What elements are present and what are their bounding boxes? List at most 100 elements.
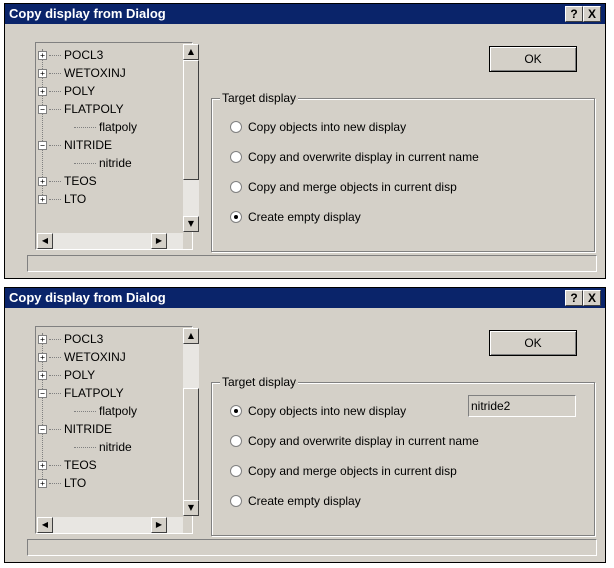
option-label: Copy and merge objects in current disp <box>248 180 457 194</box>
expand-icon[interactable]: + <box>38 87 47 97</box>
tree-item[interactable]: flatpoly <box>74 119 137 135</box>
new-display-name-input[interactable]: nitride2 <box>468 395 576 417</box>
close-button[interactable]: X <box>583 290 601 306</box>
tree-connector <box>49 181 61 183</box>
option-label: Create empty display <box>248 494 361 508</box>
expand-icon[interactable]: + <box>38 335 47 345</box>
expand-icon[interactable]: + <box>38 195 47 205</box>
tree-connector <box>49 375 61 377</box>
tree-item[interactable]: + POLY <box>38 83 95 99</box>
tree-horizontal-scrollbar[interactable]: ◀ ▶ <box>37 517 183 533</box>
tree-item[interactable]: + POLY <box>38 367 95 383</box>
tree-item[interactable]: − NITRIDE <box>38 137 112 153</box>
tree-item[interactable]: nitride <box>74 439 132 455</box>
help-button[interactable]: ? <box>565 6 583 22</box>
scroll-down-arrow-icon[interactable]: ▼ <box>183 216 199 232</box>
ok-button[interactable]: OK <box>489 330 577 356</box>
option-label: Copy and overwrite display in current na… <box>248 434 479 448</box>
radio-icon[interactable] <box>230 150 242 163</box>
option-copy-merge[interactable]: Copy and merge objects in current disp <box>230 463 457 479</box>
tree-item-label: NITRIDE <box>64 138 112 152</box>
option-copy-overwrite[interactable]: Copy and overwrite display in current na… <box>230 149 479 165</box>
radio-icon[interactable] <box>230 120 242 133</box>
tree-connector <box>74 447 96 449</box>
copy-display-dialog-2: Copy display from Dialog ? X + POCL3 + WETO… <box>4 287 606 563</box>
scroll-thumb[interactable] <box>183 388 199 502</box>
title-bar[interactable]: Copy display from Dialog ? X <box>5 4 605 24</box>
tree-horizontal-scrollbar[interactable]: ◀ ▶ <box>37 233 183 249</box>
radio-icon[interactable] <box>230 464 242 477</box>
expand-icon[interactable]: + <box>38 461 47 471</box>
scroll-right-arrow-icon[interactable]: ▶ <box>151 517 167 533</box>
collapse-icon[interactable]: − <box>38 105 47 115</box>
tree-vertical-scrollbar[interactable]: ▲ ▼ <box>183 328 199 516</box>
tree-item[interactable]: − FLATPOLY <box>38 385 124 401</box>
tree-item[interactable]: + POCL3 <box>38 331 103 347</box>
tree-item[interactable]: flatpoly <box>74 403 137 419</box>
expand-icon[interactable]: + <box>38 177 47 187</box>
tree-item[interactable]: + LTO <box>38 191 86 207</box>
tree-item[interactable]: − FLATPOLY <box>38 101 124 117</box>
scroll-thumb[interactable] <box>183 60 199 180</box>
tree-item-label: flatpoly <box>99 120 138 134</box>
option-copy-overwrite[interactable]: Copy and overwrite display in current na… <box>230 433 479 449</box>
ok-button[interactable]: OK <box>489 46 577 72</box>
tree-connector <box>49 145 61 147</box>
tree-item-label: NITRIDE <box>64 422 112 436</box>
tree-connector <box>49 55 61 57</box>
tree-connector <box>74 411 96 413</box>
collapse-icon[interactable]: − <box>38 425 47 435</box>
expand-icon[interactable]: + <box>38 353 47 363</box>
option-copy-into-new[interactable]: Copy objects into new display <box>230 119 406 135</box>
radio-icon[interactable] <box>230 180 242 193</box>
help-button[interactable]: ? <box>565 290 583 306</box>
tree-item[interactable]: + TEOS <box>38 457 97 473</box>
tree-item[interactable]: nitride <box>74 155 132 171</box>
expand-icon[interactable]: + <box>38 69 47 79</box>
tree-vertical-scrollbar[interactable]: ▲ ▼ <box>183 44 199 232</box>
radio-icon[interactable] <box>230 404 242 417</box>
status-bar <box>27 539 597 556</box>
scroll-left-arrow-icon[interactable]: ◀ <box>37 233 53 249</box>
tree-item-label: FLATPOLY <box>64 386 124 400</box>
scroll-right-arrow-icon[interactable]: ▶ <box>151 233 167 249</box>
display-tree[interactable]: + POCL3 + WETOXINJ + POLY − FLATPOLY flatpoly − NI… <box>35 326 193 534</box>
collapse-icon[interactable]: − <box>38 141 47 151</box>
tree-item[interactable]: + WETOXINJ <box>38 65 126 81</box>
collapse-icon[interactable]: − <box>38 389 47 399</box>
radio-icon[interactable] <box>230 434 242 447</box>
tree-item[interactable]: − NITRIDE <box>38 421 112 437</box>
tree-item[interactable]: + POCL3 <box>38 47 103 63</box>
target-display-group: Target display Copy objects into new dis… <box>211 375 595 536</box>
tree-item[interactable]: + TEOS <box>38 173 97 189</box>
target-display-label: Target display <box>220 91 299 105</box>
tree-item[interactable]: + LTO <box>38 475 86 491</box>
option-copy-into-new[interactable]: Copy objects into new display <box>230 403 406 419</box>
display-tree[interactable]: + POCL3 + WETOXINJ + POLY − FLATPOLY flatpoly − NI… <box>35 42 193 250</box>
tree-item-label: LTO <box>64 192 87 206</box>
scroll-down-arrow-icon[interactable]: ▼ <box>183 500 199 516</box>
tree-connector <box>49 357 61 359</box>
close-button[interactable]: X <box>583 6 601 22</box>
expand-icon[interactable]: + <box>38 51 47 61</box>
title-bar[interactable]: Copy display from Dialog ? X <box>5 288 605 308</box>
dialog-title: Copy display from Dialog <box>9 6 166 21</box>
tree-connector <box>49 339 61 341</box>
option-label: Copy objects into new display <box>248 404 407 418</box>
target-display-label: Target display <box>220 375 299 389</box>
expand-icon[interactable]: + <box>38 371 47 381</box>
tree-item[interactable]: + WETOXINJ <box>38 349 126 365</box>
scroll-up-arrow-icon[interactable]: ▲ <box>183 328 199 344</box>
option-copy-merge[interactable]: Copy and merge objects in current disp <box>230 179 457 195</box>
option-create-empty[interactable]: Create empty display <box>230 493 361 509</box>
radio-icon[interactable] <box>230 210 242 223</box>
tree-connector <box>49 91 61 93</box>
option-label: Copy and merge objects in current disp <box>248 464 457 478</box>
tree-item-label: POLY <box>64 368 96 382</box>
scroll-up-arrow-icon[interactable]: ▲ <box>183 44 199 60</box>
expand-icon[interactable]: + <box>38 479 47 489</box>
scroll-left-arrow-icon[interactable]: ◀ <box>37 517 53 533</box>
option-create-empty[interactable]: Create empty display <box>230 209 361 225</box>
tree-connector <box>74 127 96 129</box>
radio-icon[interactable] <box>230 494 242 507</box>
